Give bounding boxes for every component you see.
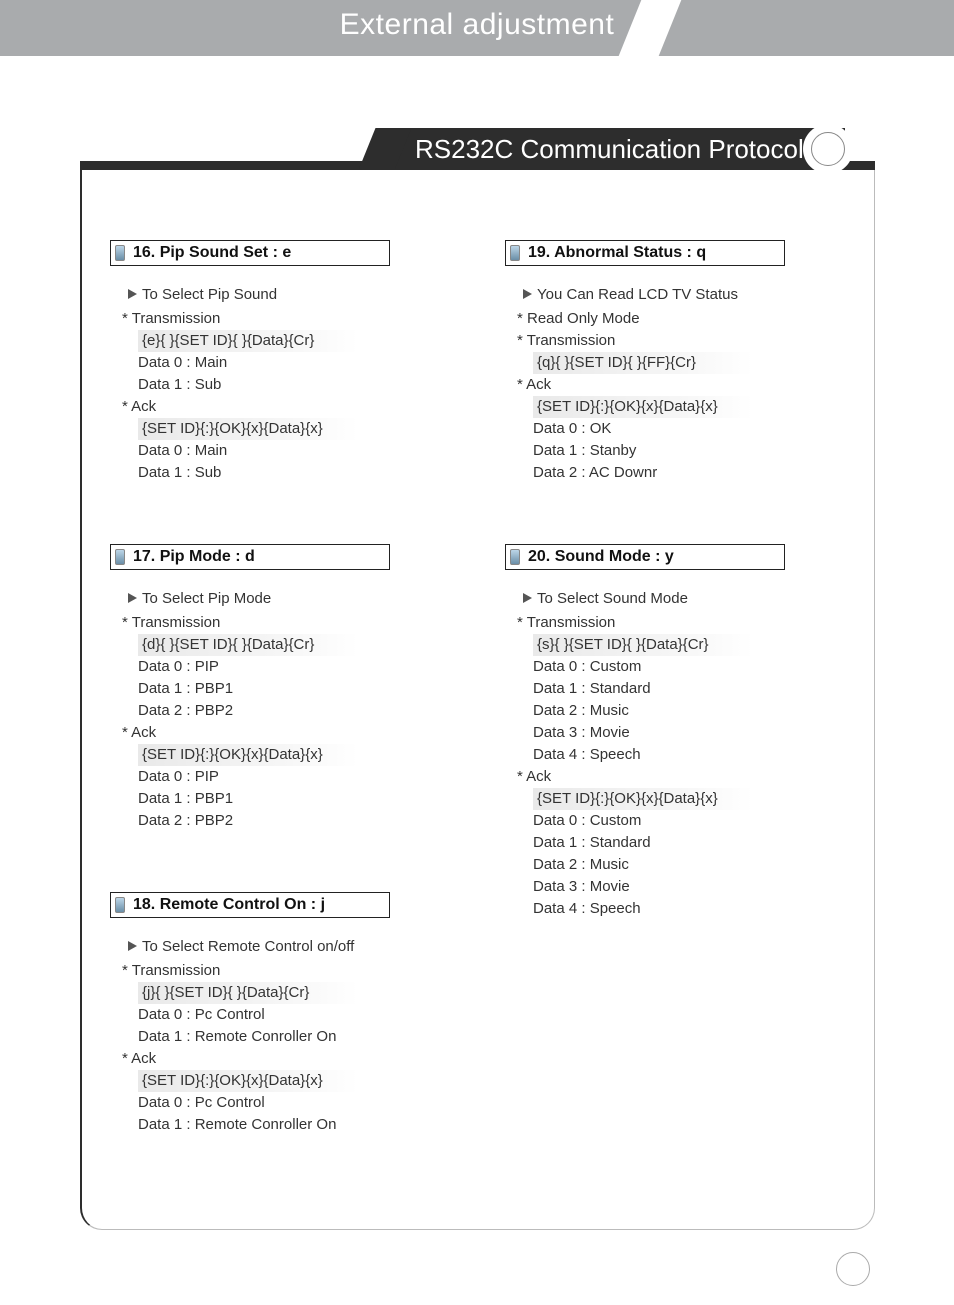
data-line: Data 1 : Sub (138, 374, 465, 396)
protocol-section: 18. Remote Control On : j To Select Remot… (110, 892, 465, 1136)
ack-label: * Ack (517, 374, 860, 396)
ack-command: {SET ID}{:}{OK}{x}{Data}{x} (533, 396, 753, 418)
section-body: To Select Pip Sound* Transmission{e}{ }{… (110, 284, 465, 484)
data-line: Data 3 : Movie (533, 876, 860, 898)
protocol-section: 20. Sound Mode : yTo Select Sound Mode* … (505, 544, 860, 920)
section-header: 17. Pip Mode : d (110, 544, 390, 570)
transmission-label: * Transmission (122, 308, 465, 330)
subheader: RS232C Communication Protocol (80, 128, 875, 170)
data-line: Data 0 : Pc Control (138, 1004, 465, 1026)
section-lead: To Select Pip Sound (128, 284, 465, 306)
transmission-label: * Transmission (122, 960, 465, 982)
data-line: Data 0 : PIP (138, 766, 465, 788)
transmission-command: {s}{ }{SET ID}{ }{Data}{Cr} (533, 634, 753, 656)
transmission-command: {j}{ }{SET ID}{ }{Data}{Cr} (138, 982, 358, 1004)
data-line: Data 0 : Main (138, 352, 465, 374)
data-line: Data 1 : Remote Conroller On (138, 1114, 465, 1136)
left-column: 16. Pip Sound Set : e To Select Pip Sound… (110, 240, 465, 1196)
data-line: Data 0 : Main (138, 440, 465, 462)
data-line: Data 0 : Pc Control (138, 1092, 465, 1114)
data-line: Data 1 : Sub (138, 462, 465, 484)
data-line: Data 0 : Custom (533, 810, 860, 832)
ack-command: {SET ID}{:}{OK}{x}{Data}{x} (138, 1070, 358, 1092)
section-header: 18. Remote Control On : j (110, 892, 390, 918)
transmission-label: * Transmission (517, 612, 860, 634)
section-body: To Select Pip Mode* Transmission{d}{ }{S… (110, 588, 465, 832)
ack-command: {SET ID}{:}{OK}{x}{Data}{x} (138, 418, 358, 440)
bullet-icon (115, 549, 125, 565)
section-lead: To Select Pip Mode (128, 588, 465, 610)
ack-label: * Ack (517, 766, 860, 788)
bullet-icon (510, 245, 520, 261)
section-lead: To Select Remote Control on/off (128, 936, 465, 958)
transmission-label: * Transmission (517, 330, 860, 352)
data-line: Data 4 : Speech (533, 898, 860, 920)
section-header: 16. Pip Sound Set : e (110, 240, 390, 266)
data-line: Data 1 : PBP1 (138, 788, 465, 810)
section-lead: To Select Sound Mode (523, 588, 860, 610)
content-columns: 16. Pip Sound Set : e To Select Pip Sound… (110, 240, 860, 1196)
page-number-circle-icon (836, 1252, 870, 1286)
transmission-command: {q}{ }{SET ID}{ }{FF}{Cr} (533, 352, 753, 374)
data-line: Data 1 : Remote Conroller On (138, 1026, 465, 1048)
transmission-label: * Transmission (122, 612, 465, 634)
transmission-command: {d}{ }{SET ID}{ }{Data}{Cr} (138, 634, 358, 656)
section-body: To Select Remote Control on/off* Transmi… (110, 936, 465, 1136)
data-line: Data 2 : PBP2 (138, 700, 465, 722)
ack-label: * Ack (122, 1048, 465, 1070)
section-body: You Can Read LCD TV Status* Read Only Mo… (505, 284, 860, 484)
page-title: External adjustment (0, 8, 954, 42)
data-line: Data 0 : Custom (533, 656, 860, 678)
section-header: 20. Sound Mode : y (505, 544, 785, 570)
data-line: Data 0 : OK (533, 418, 860, 440)
data-line: Data 4 : Speech (533, 744, 860, 766)
data-line: Data 2 : AC Downr (533, 462, 860, 484)
section-title: 20. Sound Mode : y (528, 548, 674, 565)
subheader-title: RS232C Communication Protocol (415, 134, 804, 164)
section-header: 19. Abnormal Status : q (505, 240, 785, 266)
data-line: Data 1 : Standard (533, 678, 860, 700)
section-note: * Read Only Mode (517, 308, 860, 330)
bullet-icon (115, 897, 125, 913)
subheader-tab: RS232C Communication Protocol (385, 128, 845, 170)
data-line: Data 1 : Stanby (533, 440, 860, 462)
data-line: Data 2 : Music (533, 854, 860, 876)
protocol-section: 16. Pip Sound Set : e To Select Pip Sound… (110, 240, 465, 484)
data-line: Data 2 : Music (533, 700, 860, 722)
transmission-command: {e}{ }{SET ID}{ }{Data}{Cr} (138, 330, 358, 352)
ack-command: {SET ID}{:}{OK}{x}{Data}{x} (138, 744, 358, 766)
section-title: 19. Abnormal Status : q (528, 244, 706, 261)
bullet-icon (115, 245, 125, 261)
ack-label: * Ack (122, 722, 465, 744)
right-column: 19. Abnormal Status : q You Can Read LCD … (505, 240, 860, 1196)
section-title: 16. Pip Sound Set : e (133, 244, 291, 261)
data-line: Data 0 : PIP (138, 656, 465, 678)
data-line: Data 3 : Movie (533, 722, 860, 744)
section-title: 17. Pip Mode : d (133, 548, 255, 565)
data-line: Data 1 : Standard (533, 832, 860, 854)
bullet-icon (510, 549, 520, 565)
section-body: To Select Sound Mode* Transmission{s}{ }… (505, 588, 860, 920)
subheader-circle-icon (811, 132, 845, 166)
protocol-section: 19. Abnormal Status : q You Can Read LCD … (505, 240, 860, 484)
data-line: Data 2 : PBP2 (138, 810, 465, 832)
section-lead: You Can Read LCD TV Status (523, 284, 860, 306)
data-line: Data 1 : PBP1 (138, 678, 465, 700)
section-title: 18. Remote Control On : j (133, 896, 325, 913)
protocol-section: 17. Pip Mode : d To Select Pip Mode* Tran… (110, 544, 465, 832)
ack-command: {SET ID}{:}{OK}{x}{Data}{x} (533, 788, 753, 810)
ack-label: * Ack (122, 396, 465, 418)
